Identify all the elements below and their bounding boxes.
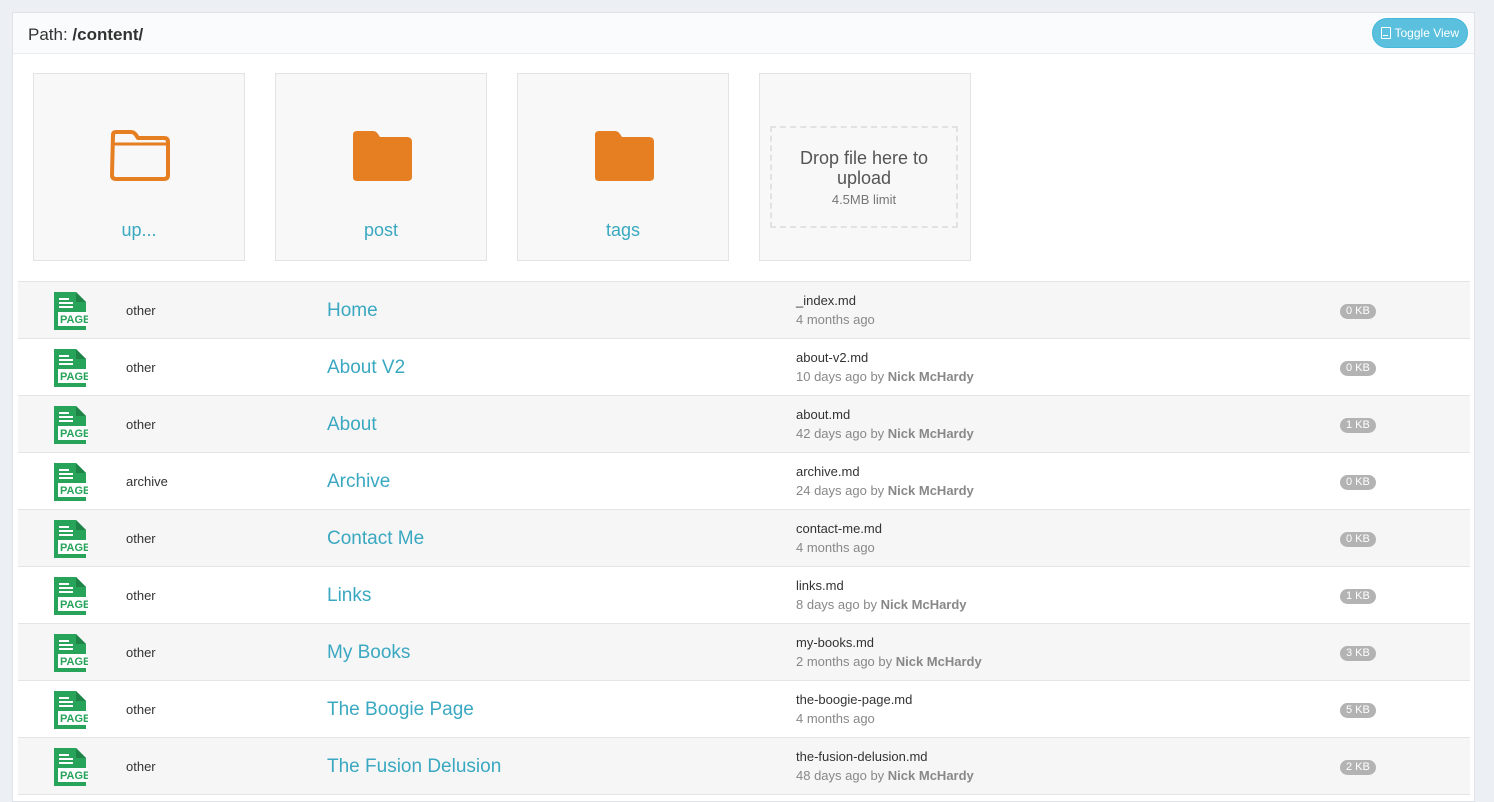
page-file-icon: PAGE — [54, 406, 88, 444]
svg-text:PAGE: PAGE — [60, 599, 88, 611]
panel-header: Path: /content/ Toggle View — [13, 13, 1474, 54]
file-row[interactable]: PAGE other About about.md 42 days ago by… — [18, 396, 1470, 453]
file-modified: 2 months ago by Nick McHardy — [796, 654, 982, 669]
file-row[interactable]: PAGE other The Fusion Delusion the-fusio… — [18, 738, 1470, 795]
file-title-link[interactable]: About V2 — [327, 357, 405, 379]
file-row[interactable]: PAGE other The Boogie Page the-boogie-pa… — [18, 681, 1470, 738]
file-modified: 4 months ago — [796, 711, 875, 726]
file-title-link[interactable]: The Fusion Delusion — [327, 756, 501, 778]
file-modified: 8 days ago by Nick McHardy — [796, 597, 967, 612]
svg-text:PAGE: PAGE — [60, 770, 88, 782]
folder-label-post: post — [363, 220, 399, 240]
file-row[interactable]: PAGE other Home _index.md 4 months ago 0… — [18, 282, 1470, 339]
file-modified: 10 days ago by Nick McHardy — [796, 369, 974, 384]
file-title-link[interactable]: Links — [327, 585, 371, 607]
folder-tile-up[interactable]: up... — [33, 73, 245, 261]
file-size-badge: 5 KB — [1340, 703, 1376, 718]
file-type: other — [126, 645, 156, 660]
folder-label-up: up... — [121, 220, 157, 240]
folder-icon — [353, 131, 412, 181]
file-modified: 42 days ago by Nick McHardy — [796, 426, 974, 441]
svg-text:PAGE: PAGE — [60, 485, 88, 497]
upload-tile[interactable]: Drop file here to upload 4.5MB limit — [759, 73, 971, 261]
file-row[interactable]: PAGE other About V2 about-v2.md 10 days … — [18, 339, 1470, 396]
file-size-badge: 3 KB — [1340, 646, 1376, 661]
drop-zone-title: Drop file here to upload — [799, 148, 929, 188]
folder-outline-icon — [110, 130, 170, 181]
svg-text:PAGE: PAGE — [60, 542, 88, 554]
file-type: other — [126, 360, 156, 375]
toggle-view-button[interactable]: Toggle View — [1371, 18, 1468, 48]
path-prefix: Path: — [28, 25, 73, 44]
page-file-icon: PAGE — [54, 691, 88, 729]
page-file-icon: PAGE — [54, 349, 88, 387]
file-name: _index.md — [796, 293, 856, 308]
file-row[interactable]: PAGE other Links links.md 8 days ago by … — [18, 567, 1470, 624]
file-row[interactable]: PAGE other My Books my-books.md 2 months… — [18, 624, 1470, 681]
svg-text:PAGE: PAGE — [60, 656, 88, 668]
file-size-badge: 0 KB — [1340, 475, 1376, 490]
folder-tiles: up... post tags Drop file here to upload… — [33, 73, 971, 261]
file-size-badge: 0 KB — [1340, 361, 1376, 376]
svg-text:PAGE: PAGE — [60, 713, 88, 725]
file-name: links.md — [796, 578, 844, 593]
file-name: the-fusion-delusion.md — [796, 749, 928, 764]
file-title-link[interactable]: The Boogie Page — [327, 699, 474, 721]
folder-label-tags: tags — [605, 220, 641, 240]
file-size-badge: 2 KB — [1340, 760, 1376, 775]
file-image-icon — [1380, 27, 1391, 39]
file-list: PAGE other Home _index.md 4 months ago 0… — [18, 281, 1470, 795]
file-title-link[interactable]: Home — [327, 300, 378, 322]
file-size-badge: 0 KB — [1340, 304, 1376, 319]
svg-text:PAGE: PAGE — [60, 428, 88, 440]
page-file-icon: PAGE — [54, 520, 88, 558]
file-row[interactable]: PAGE archive Archive archive.md 24 days … — [18, 453, 1470, 510]
file-browser-panel: Path: /content/ Toggle View up... post t… — [12, 12, 1475, 802]
file-title-link[interactable]: My Books — [327, 642, 410, 664]
file-type: other — [126, 531, 156, 546]
folder-tile-post[interactable]: post — [275, 73, 487, 261]
file-type: other — [126, 759, 156, 774]
file-size-badge: 1 KB — [1340, 418, 1376, 433]
current-path: Path: /content/ — [28, 25, 143, 45]
file-size-badge: 1 KB — [1340, 589, 1376, 604]
file-type: other — [126, 417, 156, 432]
file-name: the-boogie-page.md — [796, 692, 913, 707]
file-name: archive.md — [796, 464, 860, 479]
file-name: contact-me.md — [796, 521, 882, 536]
page-file-icon: PAGE — [54, 463, 88, 501]
file-name: my-books.md — [796, 635, 875, 650]
file-modified: 4 months ago — [796, 312, 875, 327]
svg-text:PAGE: PAGE — [60, 371, 88, 383]
svg-text:PAGE: PAGE — [60, 314, 88, 326]
page-file-icon: PAGE — [54, 577, 88, 615]
folder-icon — [595, 131, 654, 181]
file-type: other — [126, 702, 156, 717]
file-row[interactable]: PAGE other Contact Me contact-me.md 4 mo… — [18, 510, 1470, 567]
file-modified: 48 days ago by Nick McHardy — [796, 768, 974, 783]
file-name: about.md — [796, 407, 851, 422]
file-drop-zone[interactable]: Drop file here to upload 4.5MB limit — [770, 126, 958, 228]
toggle-view-label: Toggle View — [1394, 26, 1460, 40]
file-modified: 4 months ago — [796, 540, 875, 555]
drop-zone-limit: 4.5MB limit — [831, 192, 897, 207]
file-type: other — [126, 303, 156, 318]
path-value: /content/ — [72, 25, 144, 44]
file-title-link[interactable]: Contact Me — [327, 528, 424, 550]
file-title-link[interactable]: Archive — [327, 471, 390, 493]
file-size-badge: 0 KB — [1340, 532, 1376, 547]
page-file-icon: PAGE — [54, 748, 88, 786]
file-name: about-v2.md — [796, 350, 869, 365]
file-title-link[interactable]: About — [327, 414, 377, 436]
folder-tile-tags[interactable]: tags — [517, 73, 729, 261]
file-modified: 24 days ago by Nick McHardy — [796, 483, 974, 498]
file-type: other — [126, 588, 156, 603]
file-type: archive — [126, 474, 168, 489]
page-file-icon: PAGE — [54, 634, 88, 672]
page-file-icon: PAGE — [54, 292, 88, 330]
